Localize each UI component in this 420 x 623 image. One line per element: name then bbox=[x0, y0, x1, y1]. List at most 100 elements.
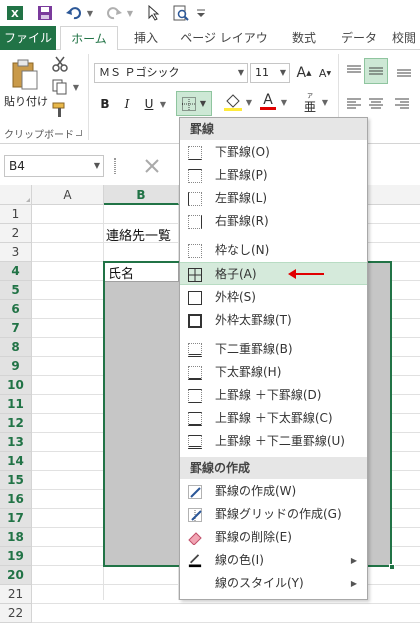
menu-item-thick-outside-borders[interactable]: 外枠太罫線(T) bbox=[180, 309, 367, 332]
bottom-border-icon bbox=[188, 146, 202, 160]
cell-b4[interactable]: 氏名 bbox=[108, 263, 134, 282]
row-header[interactable]: 7 bbox=[0, 319, 32, 338]
tab-page-layout[interactable]: ページ レイアウト bbox=[176, 26, 272, 69]
menu-item-left-border[interactable]: 左罫線(L) bbox=[180, 187, 367, 210]
menu-item-top-border[interactable]: 上罫線(P) bbox=[180, 164, 367, 187]
italic-button[interactable]: I bbox=[118, 94, 136, 114]
border-button[interactable]: ▼ bbox=[176, 91, 212, 116]
menu-item-all-borders[interactable]: 格子(A) bbox=[180, 262, 367, 285]
tab-file[interactable]: ファイル bbox=[0, 26, 56, 50]
undo-dropdown-icon[interactable]: ▼ bbox=[85, 4, 95, 22]
copy-dropdown-icon[interactable]: ▼ bbox=[71, 77, 81, 97]
format-painter-icon[interactable] bbox=[50, 100, 70, 120]
font-color-button[interactable]: A bbox=[258, 90, 278, 112]
menu-item-label: 格子(A) bbox=[215, 267, 257, 281]
menu-item-outside-borders[interactable]: 外枠(S) bbox=[180, 286, 367, 309]
row-header[interactable]: 18 bbox=[0, 528, 32, 547]
cell-b2[interactable]: 連絡先一覧 bbox=[106, 225, 171, 244]
menu-item-draw-border[interactable]: 罫線の作成(W) bbox=[180, 480, 367, 503]
paste-button[interactable] bbox=[4, 56, 44, 94]
shrink-font-icon[interactable]: A ▼ bbox=[316, 63, 334, 83]
row-header[interactable]: 1 bbox=[0, 205, 32, 224]
cut-icon[interactable] bbox=[50, 54, 70, 74]
undo-icon[interactable] bbox=[64, 4, 84, 22]
select-all-corner[interactable] bbox=[0, 185, 32, 205]
phonetic-dropdown-icon[interactable]: ▼ bbox=[320, 92, 330, 112]
menu-item-bottom-border[interactable]: 下罫線(O) bbox=[180, 141, 367, 164]
tab-review[interactable]: 校閲 bbox=[392, 26, 420, 50]
save-icon[interactable] bbox=[36, 4, 54, 22]
phonetic-button[interactable]: ア 亜 bbox=[300, 90, 320, 114]
row-header[interactable]: 5 bbox=[0, 281, 32, 300]
bold-button[interactable]: B bbox=[96, 94, 114, 114]
row-header[interactable]: 17 bbox=[0, 509, 32, 528]
row-header[interactable]: 10 bbox=[0, 376, 32, 395]
menu-item-right-border[interactable]: 右罫線(R) bbox=[180, 210, 367, 233]
underline-dropdown-icon[interactable]: ▼ bbox=[158, 94, 168, 114]
align-bottom-icon[interactable] bbox=[394, 60, 414, 82]
menu-item-no-border[interactable]: 枠なし(N) bbox=[180, 239, 367, 262]
align-top-icon[interactable] bbox=[344, 60, 364, 82]
red-arrow-icon bbox=[288, 269, 324, 279]
redo-icon[interactable] bbox=[104, 4, 124, 22]
row-header[interactable]: 8 bbox=[0, 338, 32, 357]
menu-item-thick-bottom-border[interactable]: 下太罫線(H) bbox=[180, 361, 367, 384]
splitter-handle[interactable] bbox=[114, 158, 116, 174]
row-header[interactable]: 14 bbox=[0, 452, 32, 471]
row-header[interactable]: 11 bbox=[0, 395, 32, 414]
paste-label[interactable]: 貼り付け bbox=[2, 93, 50, 109]
tab-data[interactable]: データ bbox=[334, 26, 384, 50]
row-header[interactable]: 15 bbox=[0, 471, 32, 490]
row-header[interactable]: 4 bbox=[0, 262, 32, 281]
align-right-icon[interactable] bbox=[392, 94, 412, 114]
font-size-combo[interactable]: 11 ▼ bbox=[250, 63, 290, 83]
column-header-a[interactable]: A bbox=[32, 185, 104, 205]
top-border-icon bbox=[188, 169, 202, 183]
row-header[interactable]: 22 bbox=[0, 604, 32, 623]
row-header[interactable]: 9 bbox=[0, 357, 32, 376]
menu-item-line-color[interactable]: 線の色(I) ▶ bbox=[180, 549, 367, 572]
menu-item-bottom-double-border[interactable]: 下二重罫線(B) bbox=[180, 338, 367, 361]
row-header[interactable]: 13 bbox=[0, 433, 32, 452]
column-header-d[interactable] bbox=[368, 185, 420, 205]
name-box[interactable]: B4 ▼ bbox=[4, 155, 104, 177]
redo-dropdown-icon[interactable]: ▼ bbox=[125, 4, 135, 22]
row-header[interactable]: 6 bbox=[0, 300, 32, 319]
font-color-dropdown-icon[interactable]: ▼ bbox=[279, 92, 289, 112]
row-header[interactable]: 16 bbox=[0, 490, 32, 509]
menu-item-line-style[interactable]: 線のスタイル(Y) ▶ bbox=[180, 572, 367, 595]
menu-item-top-bottom-border[interactable]: 上罫線 ＋下罫線(D) bbox=[180, 384, 367, 407]
tab-home[interactable]: ホーム bbox=[60, 26, 118, 51]
menu-item-top-double-bottom-border[interactable]: 上罫線 ＋下二重罫線(U) bbox=[180, 430, 367, 453]
customize-toolbar-icon[interactable] bbox=[194, 4, 208, 22]
row-header[interactable]: 12 bbox=[0, 414, 32, 433]
fill-color-icon[interactable] bbox=[222, 92, 244, 112]
bottom-double-border-icon bbox=[188, 343, 202, 357]
menu-item-draw-border-grid[interactable]: 罫線グリッドの作成(G) bbox=[180, 503, 367, 526]
pointer-icon[interactable] bbox=[146, 4, 162, 22]
tab-formulas[interactable]: 数式 bbox=[282, 26, 326, 50]
row-header[interactable]: 19 bbox=[0, 547, 32, 566]
outside-borders-icon bbox=[188, 291, 202, 305]
align-left-icon[interactable] bbox=[344, 94, 364, 114]
menu-item-top-thick-bottom-border[interactable]: 上罫線 ＋下太罫線(C) bbox=[180, 407, 367, 430]
fill-color-dropdown-icon[interactable]: ▼ bbox=[244, 92, 254, 112]
font-name-combo[interactable]: ＭＳ Ｐゴシック ▼ bbox=[94, 63, 248, 83]
tab-insert[interactable]: 挿入 bbox=[124, 26, 168, 50]
line-color-icon bbox=[188, 554, 202, 568]
dialog-launcher-icon[interactable] bbox=[76, 130, 82, 136]
menu-item-erase-border[interactable]: 罫線の削除(E) bbox=[180, 526, 367, 549]
row-header[interactable]: 3 bbox=[0, 243, 32, 262]
cancel-entry-icon[interactable] bbox=[140, 155, 164, 177]
align-middle-icon[interactable] bbox=[364, 58, 388, 84]
row-header[interactable]: 2 bbox=[0, 224, 32, 243]
fill-handle[interactable] bbox=[389, 564, 395, 570]
row-header[interactable]: 20 bbox=[0, 566, 32, 585]
underline-button[interactable]: U bbox=[140, 94, 158, 114]
align-center-icon[interactable] bbox=[366, 94, 386, 114]
column-header-b[interactable]: B bbox=[104, 185, 179, 205]
copy-icon[interactable] bbox=[50, 77, 70, 97]
grow-font-icon[interactable]: A ▲ bbox=[294, 63, 314, 83]
row-header[interactable]: 21 bbox=[0, 585, 32, 604]
print-preview-icon[interactable] bbox=[172, 4, 190, 22]
